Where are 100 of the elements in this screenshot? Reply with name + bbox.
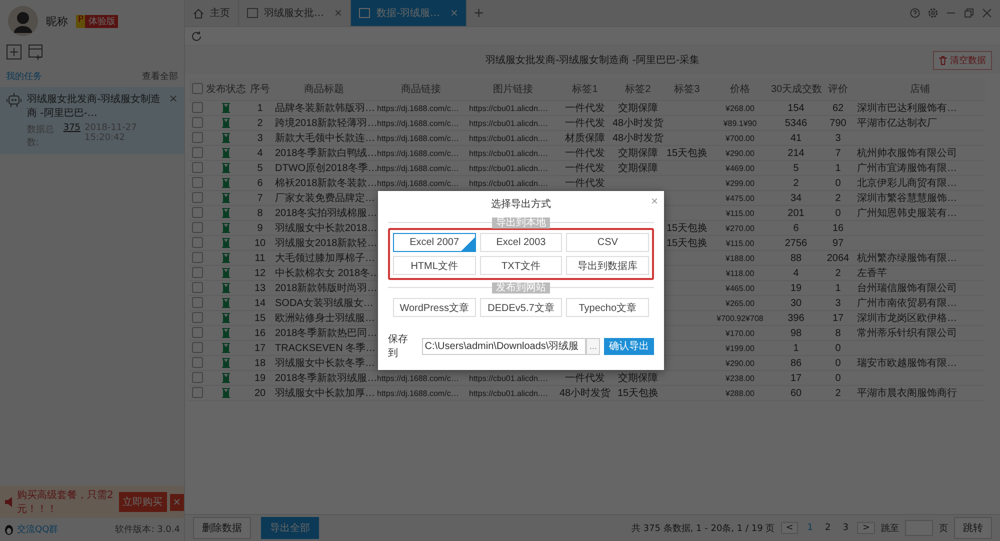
add-list-icon[interactable] [28,44,44,60]
row-checkbox[interactable] [192,297,202,308]
next-page-button[interactable]: > [857,522,875,534]
export-option-button[interactable]: Excel 2003 [480,233,562,252]
table-cell: 2018新款韩版时尚羽… [275,282,378,294]
row-checkbox[interactable] [192,372,202,384]
trash-icon [939,56,947,64]
help-icon[interactable] [910,8,920,18]
hourglass-icon [222,208,230,218]
row-checkbox[interactable] [192,192,202,204]
page-number[interactable]: 3 [840,523,852,533]
table-cell: 6 [793,222,799,234]
table-cell: 5346 [784,116,808,130]
view-all-link[interactable]: 查看全部 [142,70,178,83]
row-checkbox[interactable] [192,267,202,278]
row-checkbox[interactable] [192,207,202,218]
row-checkbox[interactable] [192,147,202,158]
export-option-button[interactable]: Excel 2007 [393,233,476,252]
row-checkbox[interactable] [192,162,202,174]
hourglass-icon [222,253,230,263]
save-label: 保存到 [388,333,409,360]
table-cell-text: ¥268.00 [726,102,754,114]
tab[interactable]: 主页 [185,0,239,26]
row-checkbox[interactable] [192,342,202,354]
clear-data-button[interactable]: 清空数据 [933,50,992,70]
table-cell-text: https://cbu01.alicdn.… [469,132,548,144]
export-option-button[interactable]: CSV [566,233,649,252]
export-option-button[interactable]: Typecho文章 [566,298,649,317]
row-checkbox[interactable] [192,282,202,294]
table-cell: SODA女装羽绒服女… [275,296,374,310]
export-option-button[interactable]: DEDEv5.7文章 [480,298,562,317]
page-number[interactable]: 2 [822,523,834,533]
close-icon[interactable] [982,8,992,18]
goto-button[interactable]: 跳转 [954,517,992,539]
table-cell: 0 [835,372,841,384]
row-checkbox[interactable] [192,327,202,338]
my-tasks-link[interactable]: 我的任务 [6,70,42,83]
export-option-button[interactable]: WordPress文章 [393,298,476,317]
table-cell-text: ¥700.00 [726,132,754,144]
table-cell: 新款大毛领中长款连… [275,132,375,144]
table-cell-text: ¥700.92¥708 [716,312,764,324]
table-cell: DTWO原创2018冬季… [275,162,378,174]
confirm-export-button[interactable]: 确认导出 [604,338,654,354]
page-title: 羽绒服女批发商-羽绒服女制造商 -阿里巴巴-采集 [485,54,700,67]
table-cell: 0 [835,176,841,190]
export-option-button[interactable]: TXT文件 [480,256,562,275]
table-cell: 2018冬季新款白鸭绒… [275,146,378,160]
table-cell: 品牌冬装新款韩版羽… [275,102,375,114]
delete-data-button[interactable]: 删除数据 [193,517,251,539]
table-cell: 214 [788,146,804,160]
table-cell: 0 [835,342,841,354]
export-option-button[interactable]: HTML文件 [393,256,476,275]
restore-icon[interactable] [964,8,974,18]
export-option-button[interactable]: 导出到数据库 [566,256,649,275]
table-cell: 15天包换 [666,236,708,250]
row-checkbox[interactable] [192,312,202,324]
page-number[interactable]: 1 [804,523,816,533]
save-path-field[interactable]: C:\Users\admin\Downloads\羽绒服 [422,338,586,354]
tab[interactable]: 数据-羽绒服… × [351,0,468,26]
settings-icon[interactable] [928,8,938,18]
qq-group-link[interactable]: 交流QQ群 [17,523,58,536]
table-cell: 平湖市晨衣阁服饰商行 [857,386,957,400]
close-icon[interactable]: × [334,8,342,18]
export-all-button[interactable]: 导出全部 [261,517,319,539]
table-cell-text: ¥270.00 [726,222,754,234]
table-cell: 一件代发 [565,162,605,174]
table-cell: 杭州繁亦绿服饰有限… [857,252,957,264]
row-checkbox[interactable] [192,177,202,188]
row-checkbox[interactable] [192,387,202,398]
browse-button[interactable]: ... [586,338,600,354]
row-checkbox[interactable] [192,117,202,128]
close-icon[interactable]: × [450,8,458,18]
row-checkbox[interactable] [192,102,202,114]
row-checkbox[interactable] [192,132,202,144]
table-cell: 跨境2018新款轻薄羽… [275,116,378,130]
table-cell: 16 [254,326,266,340]
plan-letter: P [76,14,86,28]
table-cell: 30 [790,296,802,310]
table-cell: 7 [835,146,841,160]
select-all-checkbox[interactable] [192,83,202,94]
previous-page-button[interactable]: < [780,522,798,534]
table-cell-text: https://cbu01.alicdn.… [469,178,548,190]
table-cell-text: ¥115.00 [726,208,754,220]
add-icon[interactable] [6,44,22,60]
table-cell: 11 [254,252,266,264]
add-tab-button[interactable]: + [467,6,490,20]
close-icon[interactable]: × [170,494,184,510]
refresh-icon[interactable] [191,30,202,42]
row-checkbox[interactable] [192,252,202,264]
close-icon[interactable]: × [168,92,178,149]
row-checkbox[interactable] [192,357,202,368]
row-checkbox[interactable] [192,222,202,234]
table-cell: 杭州帅衣服饰有限公司 [857,146,957,160]
table-cell: 19 [790,282,802,294]
table-cell: 2 [793,176,799,190]
table-cell: 3 [835,132,841,144]
buy-button[interactable]: 立即购买 [118,492,167,512]
close-icon[interactable]: × [650,194,658,208]
table-cell: 48小时发货 [559,386,611,400]
row-checkbox[interactable] [192,237,202,248]
